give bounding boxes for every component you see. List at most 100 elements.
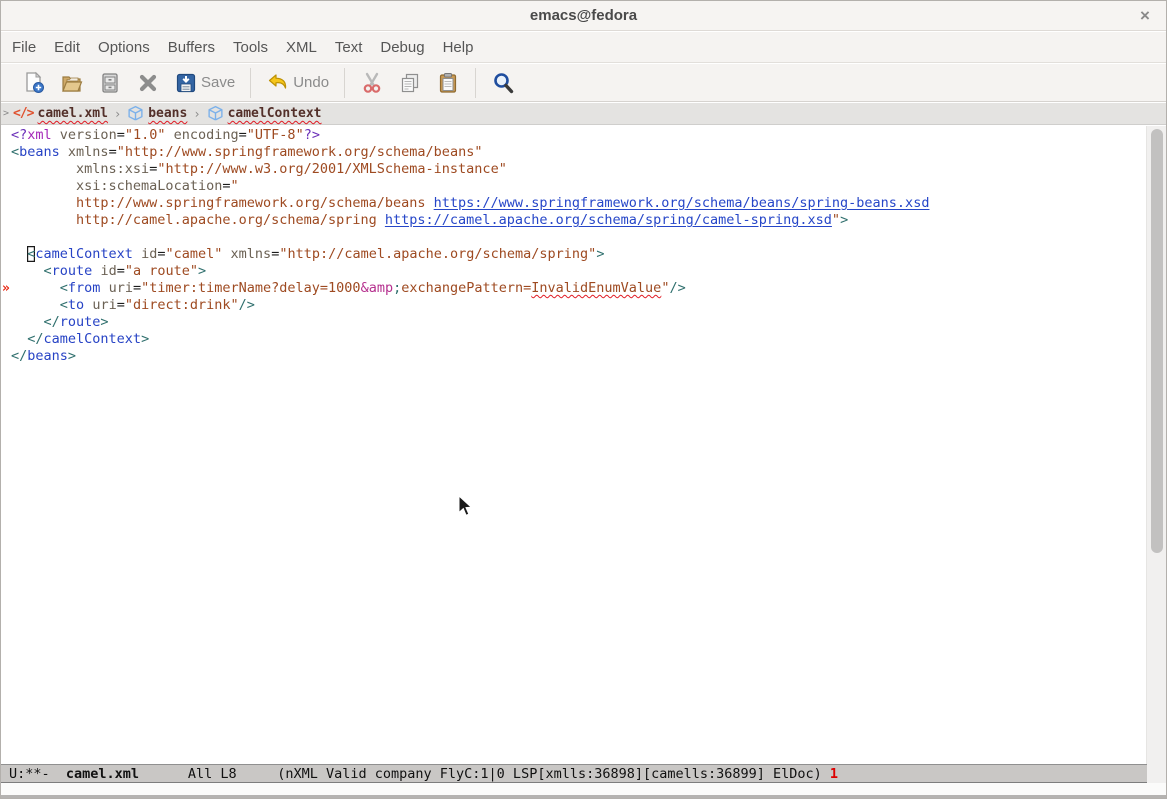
undo-button-label: Undo: [293, 74, 329, 91]
menu-help[interactable]: Help: [434, 32, 483, 63]
code-token: route: [52, 263, 93, 279]
titlebar[interactable]: emacs@fedora ×: [1, 1, 1166, 31]
code-token: <?: [11, 127, 27, 143]
open-folder-icon: [60, 71, 84, 95]
code-line[interactable]: <beans xmlns="http://www.springframework…: [1, 144, 1147, 161]
cut-button[interactable]: [360, 71, 384, 95]
code-line[interactable]: xsi:schemaLocation=": [1, 178, 1147, 195]
code-token: [100, 280, 108, 296]
new-file-button[interactable]: [22, 71, 46, 95]
code-line[interactable]: http://camel.apache.org/schema/spring ht…: [1, 212, 1147, 229]
code-token: [11, 263, 44, 279]
save-disk-icon: [174, 71, 198, 95]
code-line[interactable]: </beans>: [1, 348, 1147, 365]
scrollbar-thumb[interactable]: [1151, 129, 1163, 553]
clipboard-icon: [436, 71, 460, 95]
menu-tools[interactable]: Tools: [224, 32, 277, 63]
code-token: camelContext: [35, 246, 133, 262]
vertical-scrollbar[interactable]: [1146, 126, 1166, 783]
code-line[interactable]: <route id="a route">: [1, 263, 1147, 280]
code-token: encoding: [174, 127, 239, 143]
open-file-button[interactable]: [60, 71, 84, 95]
breadcrumb-item-camelcontext[interactable]: camelContext: [207, 105, 322, 122]
breadcrumb-separator: ›: [187, 107, 206, 121]
close-x-icon: [136, 71, 160, 95]
code-token: =: [133, 280, 141, 296]
code-line[interactable]: </route>: [1, 314, 1147, 331]
paste-button[interactable]: [436, 71, 460, 95]
copy-pages-icon: [398, 71, 422, 95]
code-token: [11, 212, 76, 228]
save-button[interactable]: Save: [174, 71, 235, 95]
code-token: uri: [109, 280, 133, 296]
close-buffer-button[interactable]: [136, 71, 160, 95]
file-cabinet-icon: [98, 71, 122, 95]
breadcrumb-beans-label[interactable]: beans: [148, 106, 187, 121]
code-token: &amp: [361, 280, 394, 296]
dired-button[interactable]: [98, 71, 122, 95]
code-tag-icon: </>: [13, 106, 33, 121]
scissors-icon: [360, 71, 384, 95]
code-token: ": [230, 178, 238, 194]
code-token: <: [60, 280, 68, 296]
code-token: [222, 246, 230, 262]
breadcrumb-camelcontext-label[interactable]: camelContext: [228, 106, 322, 121]
code-line[interactable]: <to uri="direct:drink"/>: [1, 297, 1147, 314]
menu-options[interactable]: Options: [89, 32, 159, 63]
menu-text[interactable]: Text: [326, 32, 372, 63]
code-token: [11, 280, 60, 296]
code-token: =: [157, 246, 165, 262]
code-line[interactable]: <?xml version="1.0" encoding="UTF-8"?>: [1, 127, 1147, 144]
menu-edit[interactable]: Edit: [45, 32, 89, 63]
code-token: version: [60, 127, 117, 143]
code-line[interactable]: » <from uri="timer:timerName?delay=1000&…: [1, 280, 1147, 297]
breadcrumb: > </> camel.xml › beans › camelContext: [1, 103, 1166, 125]
code-token: ": [832, 212, 840, 228]
code-area[interactable]: <?xml version="1.0" encoding="UTF-8"?><b…: [1, 126, 1147, 764]
code-token: >: [596, 246, 604, 262]
undo-button[interactable]: Undo: [266, 71, 329, 95]
search-button[interactable]: [491, 71, 515, 95]
code-line[interactable]: [1, 229, 1147, 246]
menu-file[interactable]: File: [3, 32, 45, 63]
code-token: route: [60, 314, 101, 330]
toolbar: Save Undo: [1, 64, 1166, 102]
code-line[interactable]: </camelContext>: [1, 331, 1147, 348]
magnifier-icon: [491, 71, 515, 95]
code-token: >: [198, 263, 206, 279]
cube-icon: [207, 105, 224, 122]
close-icon[interactable]: ×: [1134, 5, 1156, 27]
breadcrumb-file-label[interactable]: camel.xml: [38, 106, 108, 121]
save-button-label: Save: [201, 74, 235, 91]
menu-buffers[interactable]: Buffers: [159, 32, 224, 63]
code-token: xmlns: [231, 246, 272, 262]
code-token: http://www.springframework.org/schema/be…: [76, 195, 434, 211]
code-token: id: [100, 263, 116, 279]
modeline-status-flags: U:**-: [9, 766, 66, 782]
code-token: [52, 127, 60, 143]
code-token: [11, 195, 76, 211]
modeline-buffer-name[interactable]: camel.xml: [66, 766, 139, 782]
code-token: >: [100, 314, 108, 330]
error-fringe-icon: »: [2, 280, 10, 297]
mode-line[interactable]: U:**- camel.xml All L8 (nXML Valid compa…: [1, 764, 1147, 783]
code-token: beans: [27, 348, 68, 364]
code-token: </: [11, 348, 27, 364]
code-token: <: [44, 263, 52, 279]
breadcrumb-item-file[interactable]: </> camel.xml: [13, 106, 108, 121]
code-token: </: [27, 331, 43, 347]
menu-debug[interactable]: Debug: [371, 32, 433, 63]
code-token: "camel": [166, 246, 223, 262]
breadcrumb-lead-chevron: >: [1, 108, 13, 119]
code-line[interactable]: <camelContext id="camel" xmlns="http://c…: [1, 246, 1147, 263]
copy-button[interactable]: [398, 71, 422, 95]
code-token: https://camel.apache.org/schema/spring/c…: [385, 212, 832, 228]
modeline-error-count: 1: [830, 766, 838, 782]
code-line[interactable]: xmlns:xsi="http://www.w3.org/2001/XMLSch…: [1, 161, 1147, 178]
code-line[interactable]: http://www.springframework.org/schema/be…: [1, 195, 1147, 212]
code-token: =: [117, 263, 125, 279]
breadcrumb-item-beans[interactable]: beans: [127, 105, 187, 122]
code-token: uri: [92, 297, 116, 313]
menu-xml[interactable]: XML: [277, 32, 326, 63]
modeline-position-and-modes: All L8 (nXML Valid company FlyC:1|0 LSP[…: [139, 766, 830, 782]
